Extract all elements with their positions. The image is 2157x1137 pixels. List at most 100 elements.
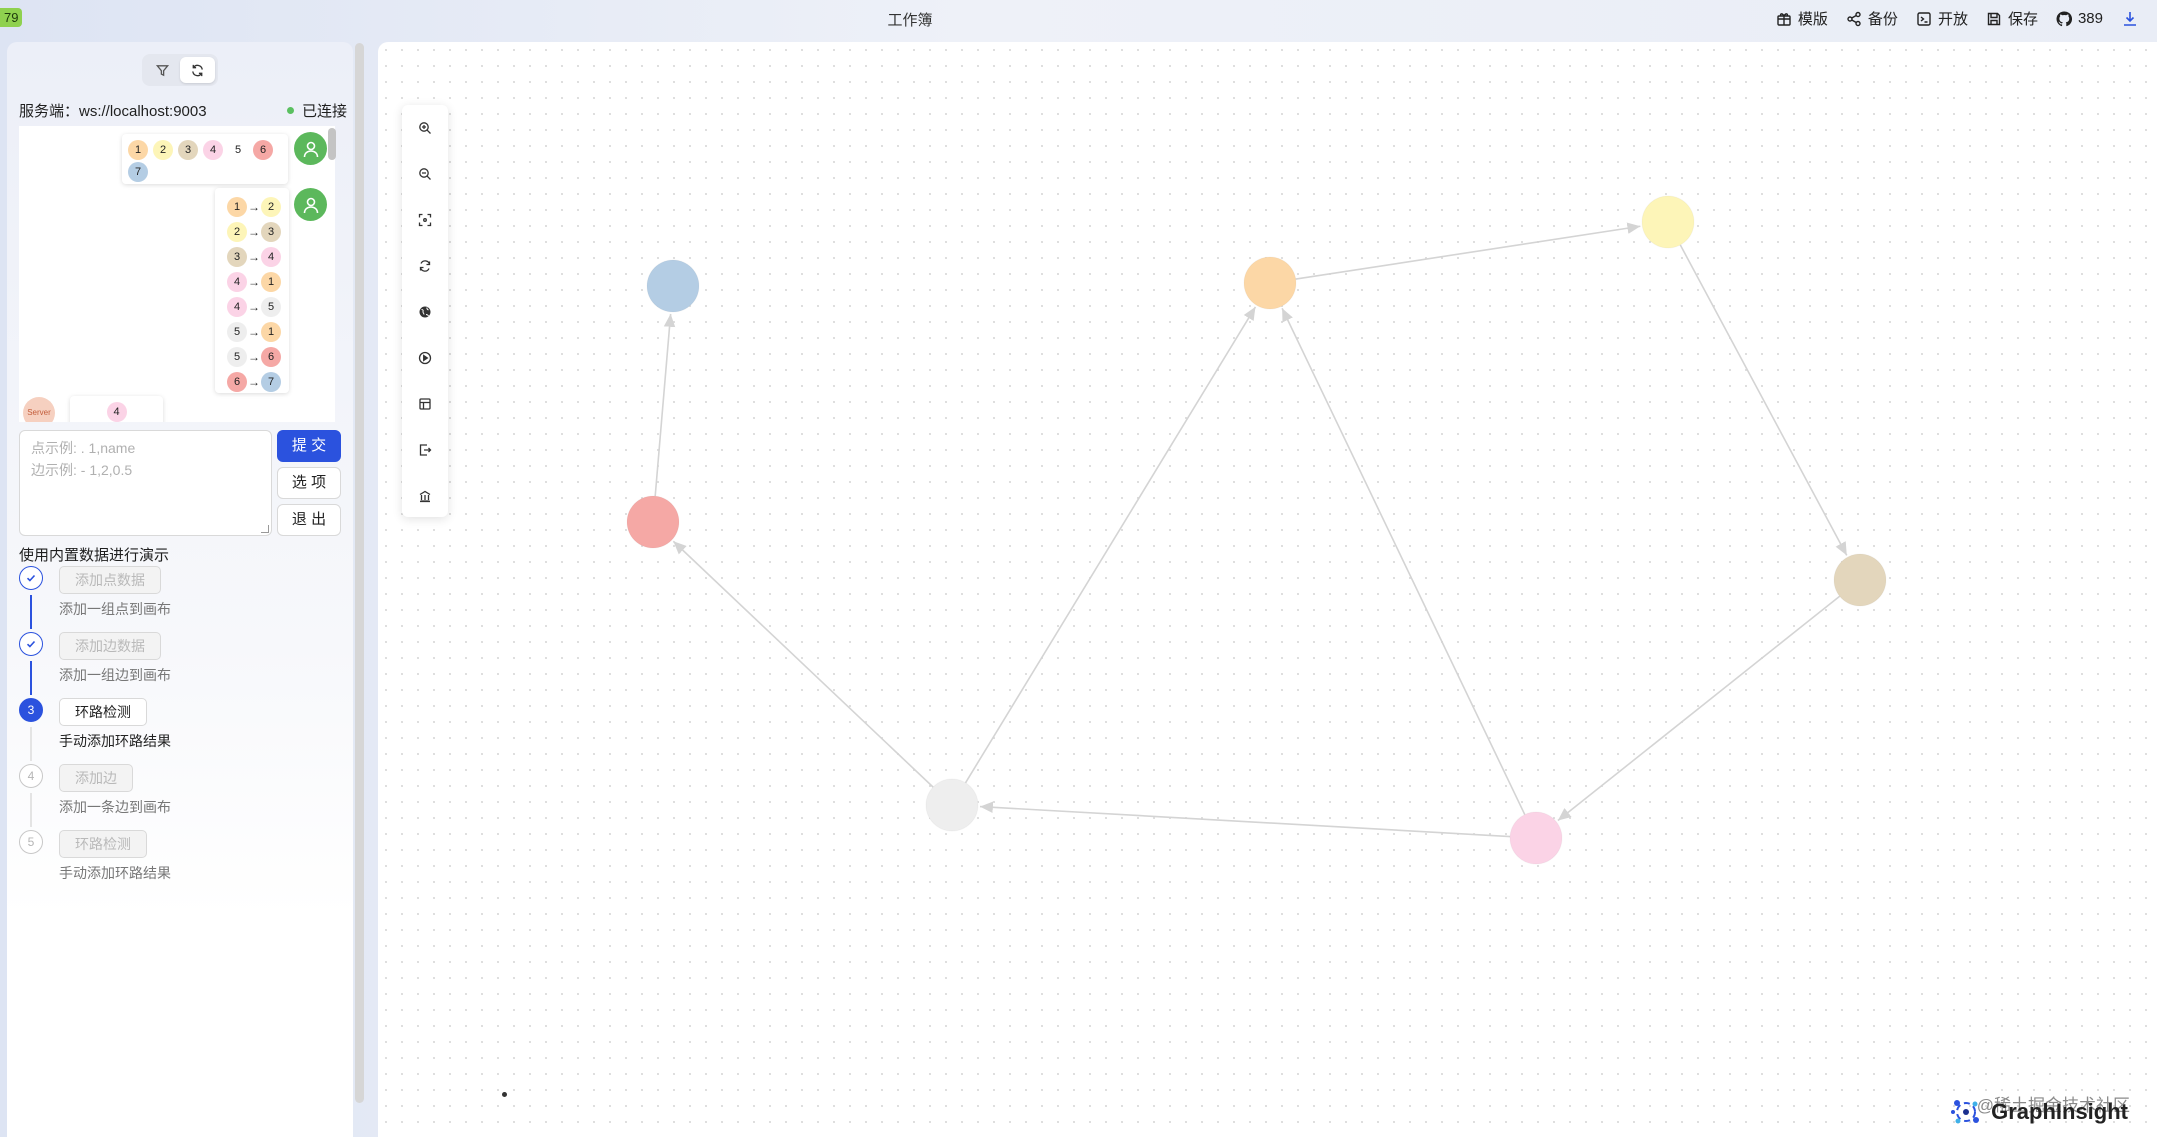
edge-source-chip: 5 (227, 321, 247, 342)
template-label: 模版 (1797, 11, 1828, 28)
resize-handle[interactable] (261, 525, 269, 533)
graph-node-6[interactable] (627, 496, 679, 548)
template-button[interactable]: 模版 (1776, 8, 1828, 29)
edge-target-chip: 4 (261, 246, 281, 267)
step-action-button[interactable]: 环路检测 (59, 830, 147, 858)
library-button[interactable] (402, 473, 448, 519)
connection-status: 已连接 (286, 100, 347, 121)
node-chip: 4 (106, 402, 127, 422)
node-chip: 7 (128, 162, 148, 182)
node-chip: 6 (253, 140, 273, 160)
download-button[interactable] (2121, 10, 2139, 28)
save-button[interactable]: 保存 (1986, 8, 2038, 29)
edge-target-chip: 1 (261, 271, 281, 292)
graph-view[interactable] (378, 42, 2157, 1137)
graph-node-2[interactable] (1642, 196, 1694, 248)
step-connector (30, 727, 32, 761)
open-button[interactable]: 开放 (1916, 8, 1968, 29)
edge-row: 5 → 6 (227, 344, 289, 369)
node-chip: 1 (128, 140, 148, 160)
edge-target-chip: 7 (261, 371, 281, 392)
command-input[interactable]: 点示例: . 1,name 边示例: - 1,2,0.5 (19, 430, 272, 536)
export-icon (419, 444, 432, 456)
edge-target-chip: 2 (261, 196, 281, 217)
graph-node-1[interactable] (1244, 257, 1296, 309)
graph-edge-1-2[interactable] (1295, 222, 1641, 280)
graph-node-5[interactable] (926, 779, 978, 831)
edge-source-chip: 5 (227, 346, 247, 367)
globe-button[interactable] (402, 289, 448, 335)
input-placeholder-line1: 点示例: . 1,name (31, 440, 136, 456)
nodes-message: 123456 7 (122, 134, 288, 184)
play-button[interactable] (402, 335, 448, 381)
fit-view-icon (418, 213, 432, 227)
server-message: 4 (70, 396, 163, 422)
edge-target-chip: 3 (261, 221, 281, 242)
message-log[interactable]: 1234567 1 → 2 2 → 3 3 → 4 4 → 1 4 → 5 5 → 1 5 → 6 6 → 7 Server … (19, 126, 335, 422)
message-log-scrollbar[interactable] (328, 128, 336, 160)
fit-view-button[interactable] (402, 197, 448, 243)
canvas-toolbar (402, 105, 448, 517)
step-description: 手动添加环路结果 (59, 865, 171, 881)
zoom-in-button[interactable] (402, 105, 448, 151)
step-description: 手动添加环路结果 (59, 733, 171, 749)
refresh-tab[interactable] (180, 57, 215, 83)
rotate-icon (419, 260, 431, 272)
exit-button[interactable]: 退 出 (277, 504, 341, 536)
edge-arrow-icon: → (248, 299, 260, 314)
layout-button[interactable] (402, 381, 448, 427)
top-bar: 79 工作簿 模版 备份 开放 保存 389 (0, 0, 2157, 37)
github-button[interactable]: 389 (2056, 10, 2103, 27)
save-icon (1987, 12, 2001, 25)
left-panel-scrollbar[interactable] (355, 43, 364, 1103)
graph-edge-5-1[interactable] (964, 306, 1257, 784)
options-button[interactable]: 选 项 (277, 467, 341, 499)
edge-source-chip: 1 (227, 196, 247, 217)
user-icon (303, 197, 318, 213)
edge-source-chip: 2 (227, 221, 247, 242)
step-action-button[interactable]: 添加边数据 (59, 632, 161, 660)
export-button[interactable] (402, 427, 448, 473)
step-action-button[interactable]: 添加点数据 (59, 566, 161, 594)
graph-edge-5-6[interactable] (672, 540, 934, 788)
edge-source-chip: 3 (227, 246, 247, 267)
node-chip: 2 (153, 140, 173, 160)
demo-step: 4 添加边 添加一条边到画布 (19, 764, 339, 830)
graph-node-4[interactable] (1510, 812, 1562, 864)
graph-node-7[interactable] (647, 260, 699, 312)
github-stars: 389 (2077, 10, 2103, 27)
template-icon (1777, 12, 1791, 26)
rotate-button[interactable] (402, 243, 448, 289)
graph-edge-6-7[interactable] (654, 313, 676, 497)
edge-arrow-icon: → (248, 249, 260, 264)
edge-arrow-icon: → (248, 324, 260, 339)
graph-edge-4-1[interactable] (1281, 307, 1526, 815)
server-avatar: Server (23, 397, 55, 422)
panel-mode-toggle (142, 54, 218, 86)
github-icon (2056, 10, 2072, 26)
step-number: 5 (19, 830, 43, 854)
edge-arrow-icon: → (248, 199, 260, 214)
node-chip: 3 (178, 140, 198, 160)
edge-source-chip: 6 (227, 371, 247, 392)
graph-canvas[interactable]: @稀土掘金技术社区 GraphInsight (378, 42, 2157, 1137)
step-action-button[interactable]: 添加边 (59, 764, 133, 792)
graph-node-3[interactable] (1834, 554, 1886, 606)
user-avatar (294, 188, 327, 221)
zoom-out-icon (419, 168, 431, 180)
zoom-out-button[interactable] (402, 151, 448, 197)
filter-tab[interactable] (145, 57, 180, 83)
step-action-button[interactable]: 环路检测 (59, 698, 147, 726)
graph-edge-4-5[interactable] (979, 801, 1511, 838)
graph-edge-2-3[interactable] (1679, 244, 1848, 556)
backup-button[interactable]: 备份 (1846, 8, 1898, 29)
graph-edge-3-4[interactable] (1557, 595, 1841, 822)
check-icon (19, 632, 43, 656)
edge-row: 5 → 1 (227, 319, 289, 344)
server-address: 服务端：ws://localhost:9003 (19, 103, 207, 120)
refresh-icon (192, 64, 203, 76)
demo-step: 3 环路检测 手动添加环路结果 (19, 698, 339, 764)
layout-icon (419, 398, 431, 410)
open-icon (1917, 11, 1931, 26)
submit-button[interactable]: 提 交 (277, 430, 341, 462)
